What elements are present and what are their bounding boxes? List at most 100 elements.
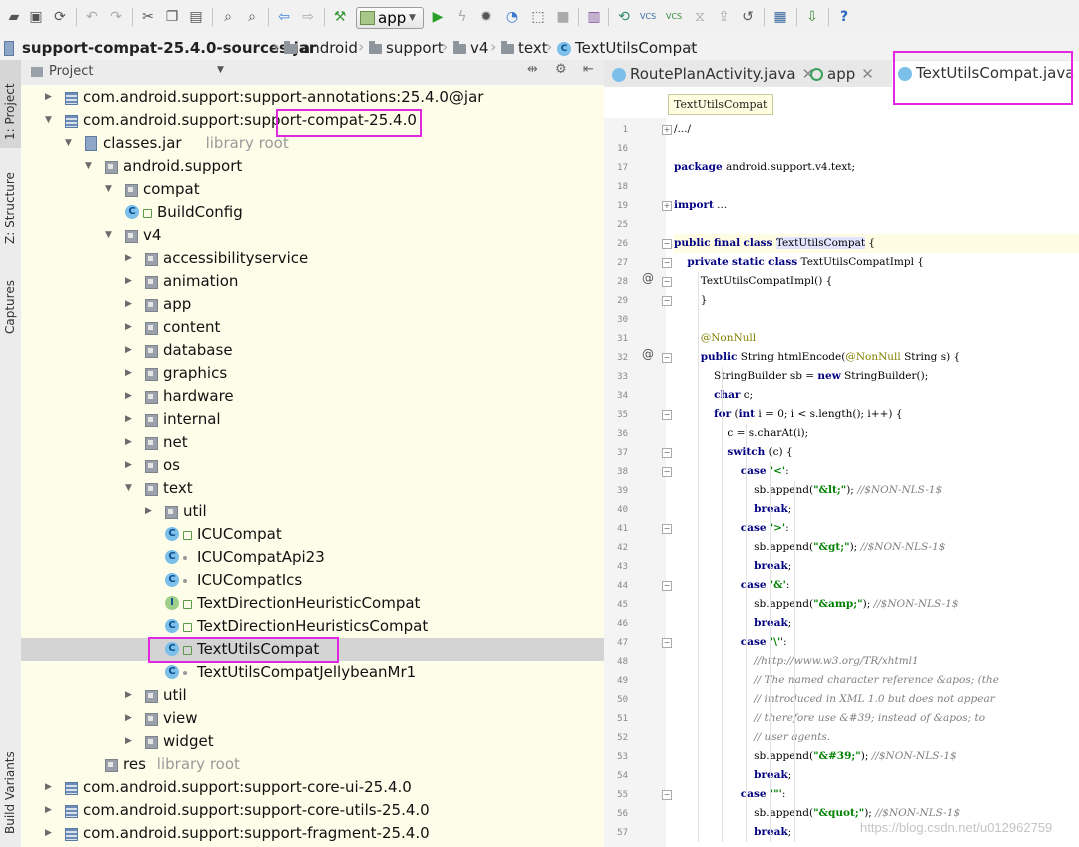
collapse-arrow-icon[interactable]: ▼: [45, 109, 55, 132]
paste-icon[interactable]: ▤: [188, 8, 204, 26]
expand-arrow-icon[interactable]: ▶: [145, 500, 155, 523]
fold-toggle-icon[interactable]: −: [662, 296, 672, 306]
fold-toggle-icon[interactable]: −: [662, 239, 672, 249]
fold-toggle-icon[interactable]: −: [662, 258, 672, 268]
collapse-arrow-icon[interactable]: ▼: [125, 477, 135, 500]
fold-toggle-icon[interactable]: −: [662, 638, 672, 648]
tree-item-textutilscompatjellybeanmr1[interactable]: C TextUtilsCompatJellybeanMr1: [21, 661, 604, 684]
tree-item-res[interactable]: res library root: [21, 753, 604, 776]
fold-toggle-icon[interactable]: −: [662, 581, 672, 591]
tree-item-textdirectionheuristicscompat[interactable]: C TextDirectionHeuristicsCompat: [21, 615, 604, 638]
structure-view-icon[interactable]: ▦: [772, 8, 788, 26]
expand-arrow-icon[interactable]: ▶: [125, 293, 135, 316]
fold-toggle-icon[interactable]: −: [662, 790, 672, 800]
expand-arrow-icon[interactable]: ▶: [125, 270, 135, 293]
expand-arrow-icon[interactable]: ▶: [125, 247, 135, 270]
collapse-all-icon[interactable]: ⇹: [527, 62, 538, 77]
fold-toggle-icon[interactable]: −: [662, 524, 672, 534]
sync-icon[interactable]: ⟳: [52, 8, 68, 26]
fold-toggle-icon[interactable]: +: [662, 201, 672, 211]
close-icon[interactable]: ✕: [861, 65, 874, 83]
tree-item-content[interactable]: ▶ content: [21, 316, 604, 339]
expand-arrow-icon[interactable]: ▶: [45, 822, 55, 845]
profile-icon[interactable]: ◔: [504, 8, 520, 26]
save-icon[interactable]: ▣: [28, 8, 44, 26]
debug-icon[interactable]: ✹: [478, 8, 494, 26]
fold-toggle-icon[interactable]: −: [662, 353, 672, 363]
run-configuration-select[interactable]: app ▼: [356, 7, 424, 29]
tree-item-animation[interactable]: ▶ animation: [21, 270, 604, 293]
project-tool-tab[interactable]: 1: Project: [0, 60, 21, 148]
expand-arrow-icon[interactable]: ▶: [45, 799, 55, 822]
gear-icon[interactable]: ⚙: [555, 62, 567, 77]
collapse-arrow-icon[interactable]: ▼: [105, 178, 115, 201]
override-marker-icon[interactable]: @: [642, 347, 654, 361]
back-icon[interactable]: ⇦: [276, 8, 292, 26]
expand-arrow-icon[interactable]: ▶: [45, 86, 55, 109]
expand-arrow-icon[interactable]: ▶: [125, 385, 135, 408]
expand-arrow-icon[interactable]: ▶: [125, 707, 135, 730]
tab-route-plan-activity[interactable]: RoutePlanActivity.java ✕: [612, 62, 814, 86]
expand-arrow-icon[interactable]: ▶: [125, 431, 135, 454]
forward-icon[interactable]: ⇨: [300, 8, 316, 26]
breadcrumb-item-android[interactable]: android: [284, 38, 358, 58]
attach-debugger-icon[interactable]: ⬚: [530, 8, 546, 26]
expand-arrow-icon[interactable]: ▶: [125, 316, 135, 339]
fold-toggle-icon[interactable]: −: [662, 467, 672, 477]
override-marker-icon[interactable]: @: [642, 271, 654, 285]
tree-item-util[interactable]: ▶ util: [21, 684, 604, 707]
tree-item-app[interactable]: ▶ app: [21, 293, 604, 316]
expand-arrow-icon[interactable]: ▶: [125, 684, 135, 707]
project-structure-icon[interactable]: ▥: [586, 8, 602, 26]
expand-arrow-icon[interactable]: ▶: [45, 776, 55, 799]
vcs-push-icon[interactable]: ⇪: [716, 8, 732, 26]
breadcrumb-item-jar[interactable]: support-compat-25.4.0-sources.jar: [4, 38, 316, 58]
fold-toggle-icon[interactable]: −: [662, 410, 672, 420]
tree-item-compat[interactable]: ▼ compat: [21, 178, 604, 201]
sync-gradle-icon[interactable]: ⟲: [616, 8, 632, 26]
tree-item-v4[interactable]: ▼ v4: [21, 224, 604, 247]
vcs-commit-icon[interactable]: VCS: [666, 8, 682, 26]
tree-item-textdirectionheuristiccompat[interactable]: I TextDirectionHeuristicCompat: [21, 592, 604, 615]
make-project-icon[interactable]: ⚒: [332, 8, 348, 26]
tree-item-hardware[interactable]: ▶ hardware: [21, 385, 604, 408]
tree-item-icucompatapi23[interactable]: C ICUCompatApi23: [21, 546, 604, 569]
vcs-history-icon[interactable]: ⧖: [692, 8, 708, 26]
expand-arrow-icon[interactable]: ▶: [125, 408, 135, 431]
tree-item-view[interactable]: ▶ view: [21, 707, 604, 730]
expand-arrow-icon[interactable]: ▶: [125, 730, 135, 753]
breadcrumb-item-text[interactable]: text: [501, 38, 548, 58]
revert-icon[interactable]: ↺: [740, 8, 756, 26]
collapse-arrow-icon[interactable]: ▼: [65, 132, 75, 155]
expand-arrow-icon[interactable]: ▶: [125, 339, 135, 362]
copy-icon[interactable]: ❐: [164, 8, 180, 26]
redo-icon[interactable]: ↷: [108, 8, 124, 26]
hide-panel-icon[interactable]: ⇤: [583, 62, 594, 77]
tree-item-com-android-support-support-fragment-25-4-0[interactable]: ▶ com.android.support:support-fragment-25…: [21, 822, 604, 845]
fold-toggle-icon[interactable]: −: [662, 448, 672, 458]
tree-item-net[interactable]: ▶ net: [21, 431, 604, 454]
build-variants-tool-tab[interactable]: Build Variants: [0, 726, 21, 838]
tree-item-graphics[interactable]: ▶ graphics: [21, 362, 604, 385]
tree-item-android-support[interactable]: ▼ android.support: [21, 155, 604, 178]
stop-icon[interactable]: ■: [555, 8, 571, 26]
tree-item-text[interactable]: ▼ text: [21, 477, 604, 500]
fold-toggle-icon[interactable]: +: [662, 125, 672, 135]
editor-crumb-hint[interactable]: TextUtilsCompat: [668, 94, 774, 115]
help-icon[interactable]: ?: [836, 8, 852, 26]
tree-item-internal[interactable]: ▶ internal: [21, 408, 604, 431]
undo-icon[interactable]: ↶: [84, 8, 100, 26]
tree-item-com-android-support-support-annotations-25-4-0-jar[interactable]: ▶ com.android.support:support-annotations…: [21, 86, 604, 109]
collapse-arrow-icon[interactable]: ▼: [105, 224, 115, 247]
tree-item-icucompatics[interactable]: C ICUCompatIcs: [21, 569, 604, 592]
tree-item-com-android-support-support-core-ui-25-4-0[interactable]: ▶ com.android.support:support-core-ui-25.…: [21, 776, 604, 799]
run-icon[interactable]: ▶: [430, 8, 446, 26]
collapse-arrow-icon[interactable]: ▼: [85, 155, 95, 178]
expand-arrow-icon[interactable]: ▶: [125, 362, 135, 385]
tree-item-widget[interactable]: ▶ widget: [21, 730, 604, 753]
tree-item-icucompat[interactable]: C ICUCompat: [21, 523, 604, 546]
find-icon[interactable]: ⌕: [220, 8, 236, 26]
fold-toggle-icon[interactable]: −: [662, 277, 672, 287]
tree-item-com-android-support-support-core-utils-25-4-0[interactable]: ▶ com.android.support:support-core-utils-…: [21, 799, 604, 822]
breadcrumb-item-support[interactable]: support: [369, 38, 444, 58]
